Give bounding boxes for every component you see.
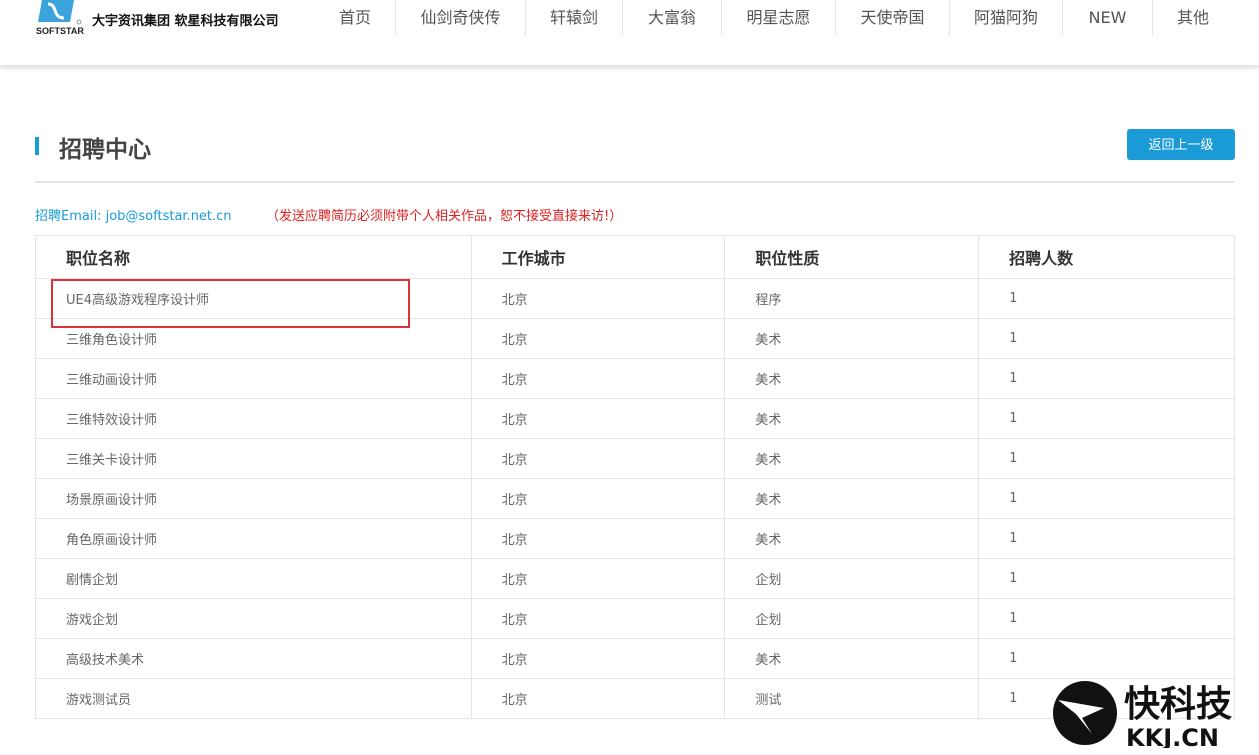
table-row: 角色原画设计师 北京 美术 1 — [35, 518, 1235, 559]
job-count: 1 — [978, 398, 1235, 439]
table-row: 三维动画设计师 北京 美术 1 — [35, 358, 1235, 399]
job-title[interactable]: 游戏企划 — [35, 598, 472, 639]
job-count: 1 — [978, 518, 1235, 559]
job-type: 企划 — [724, 598, 980, 639]
job-type: 美术 — [724, 438, 980, 479]
job-city: 北京 — [470, 278, 726, 319]
job-type: 测试 — [724, 678, 980, 719]
col-city: 工作城市 — [470, 235, 726, 279]
job-title[interactable]: 高级技术美术 — [35, 638, 472, 679]
svg-text:快科技: 快科技 — [1124, 684, 1232, 725]
nav-home[interactable]: 首页 — [315, 0, 396, 36]
nav-new[interactable]: NEW — [1063, 0, 1153, 36]
job-title[interactable]: 三维动画设计师 — [35, 358, 472, 399]
job-city: 北京 — [470, 678, 726, 719]
col-type: 职位性质 — [724, 235, 980, 279]
job-type: 美术 — [724, 638, 980, 679]
col-count: 招聘人数 — [978, 235, 1235, 279]
job-title[interactable]: 剧情企划 — [35, 558, 472, 599]
job-count: 1 — [978, 558, 1235, 599]
highlight-box — [51, 279, 410, 328]
nav-tianshi[interactable]: 天使帝国 — [836, 0, 950, 36]
table-row: 三维特效设计师 北京 美术 1 — [35, 398, 1235, 439]
job-type: 企划 — [724, 558, 980, 599]
job-title[interactable]: 游戏测试员 — [35, 678, 472, 719]
job-count: 1 — [978, 278, 1235, 319]
notice-text: （发送应聘简历必须附带个人相关作品，恕不接受直接来访!） — [266, 209, 623, 224]
job-city: 北京 — [470, 398, 726, 439]
job-title[interactable]: 三维特效设计师 — [35, 398, 472, 439]
nav-other[interactable]: 其他 — [1153, 0, 1233, 36]
job-type: 美术 — [724, 358, 980, 399]
job-count: 1 — [978, 358, 1235, 399]
job-count: 1 — [978, 318, 1235, 359]
job-title[interactable]: 场景原画设计师 — [35, 478, 472, 519]
nav-amao[interactable]: 阿猫阿狗 — [950, 0, 1063, 36]
job-city: 北京 — [470, 518, 726, 559]
table-row: 三维关卡设计师 北京 美术 1 — [35, 438, 1235, 479]
job-city: 北京 — [470, 358, 726, 399]
col-position: 职位名称 — [35, 235, 472, 279]
job-count: 1 — [978, 438, 1235, 479]
title-accent — [35, 137, 39, 155]
table-header-row: 职位名称 工作城市 职位性质 招聘人数 — [35, 235, 1235, 279]
job-city: 北京 — [470, 638, 726, 679]
logo-text: SOFTSTAR — [36, 26, 84, 36]
recruit-email[interactable]: 招聘Email: job@softstar.net.cn — [35, 205, 232, 224]
nav-dafuweng[interactable]: 大富翁 — [623, 0, 722, 36]
job-title[interactable]: 三维关卡设计师 — [35, 438, 472, 479]
table-row: 高级技术美术 北京 美术 1 — [35, 638, 1235, 679]
nav-xianjian[interactable]: 仙剑奇侠传 — [396, 0, 526, 36]
job-city: 北京 — [470, 438, 726, 479]
back-button[interactable]: 返回上一级 — [1127, 129, 1235, 160]
nav-xuanyuanjian[interactable]: 轩辕剑 — [526, 0, 623, 36]
job-title[interactable]: 角色原画设计师 — [35, 518, 472, 559]
job-type: 程序 — [724, 278, 980, 319]
table-row: 剧情企划 北京 企划 1 — [35, 558, 1235, 599]
nav-mingxing[interactable]: 明星志愿 — [722, 0, 836, 36]
table-row: 场景原画设计师 北京 美术 1 — [35, 478, 1235, 519]
page-title: 招聘中心 — [59, 137, 151, 163]
job-type: 美术 — [724, 318, 980, 359]
job-city: 北京 — [470, 558, 726, 599]
job-city: 北京 — [470, 318, 726, 359]
job-count: 1 — [978, 598, 1235, 639]
svg-text:KKJ.CN: KKJ.CN — [1126, 724, 1219, 748]
job-count: 1 — [978, 638, 1235, 679]
main-nav: 首页 仙剑奇侠传 轩辕剑 大富翁 明星志愿 天使帝国 阿猫阿狗 NEW 其他 — [315, 0, 1233, 36]
job-type: 美术 — [724, 478, 980, 519]
job-city: 北京 — [470, 478, 726, 519]
job-city: 北京 — [470, 598, 726, 639]
job-type: 美术 — [724, 398, 980, 439]
kkj-watermark-icon: 快科技 KKJ.CN — [1053, 681, 1232, 748]
table-row: 游戏企划 北京 企划 1 — [35, 598, 1235, 639]
job-count: 1 — [978, 478, 1235, 519]
site-header: SOFTSTAR 大宇资讯集团 软星科技有限公司 首页 仙剑奇侠传 轩辕剑 大富… — [0, 0, 1259, 66]
company-name: 大宇资讯集团 软星科技有限公司 — [92, 14, 279, 29]
divider — [35, 181, 1234, 183]
job-type: 美术 — [724, 518, 980, 559]
